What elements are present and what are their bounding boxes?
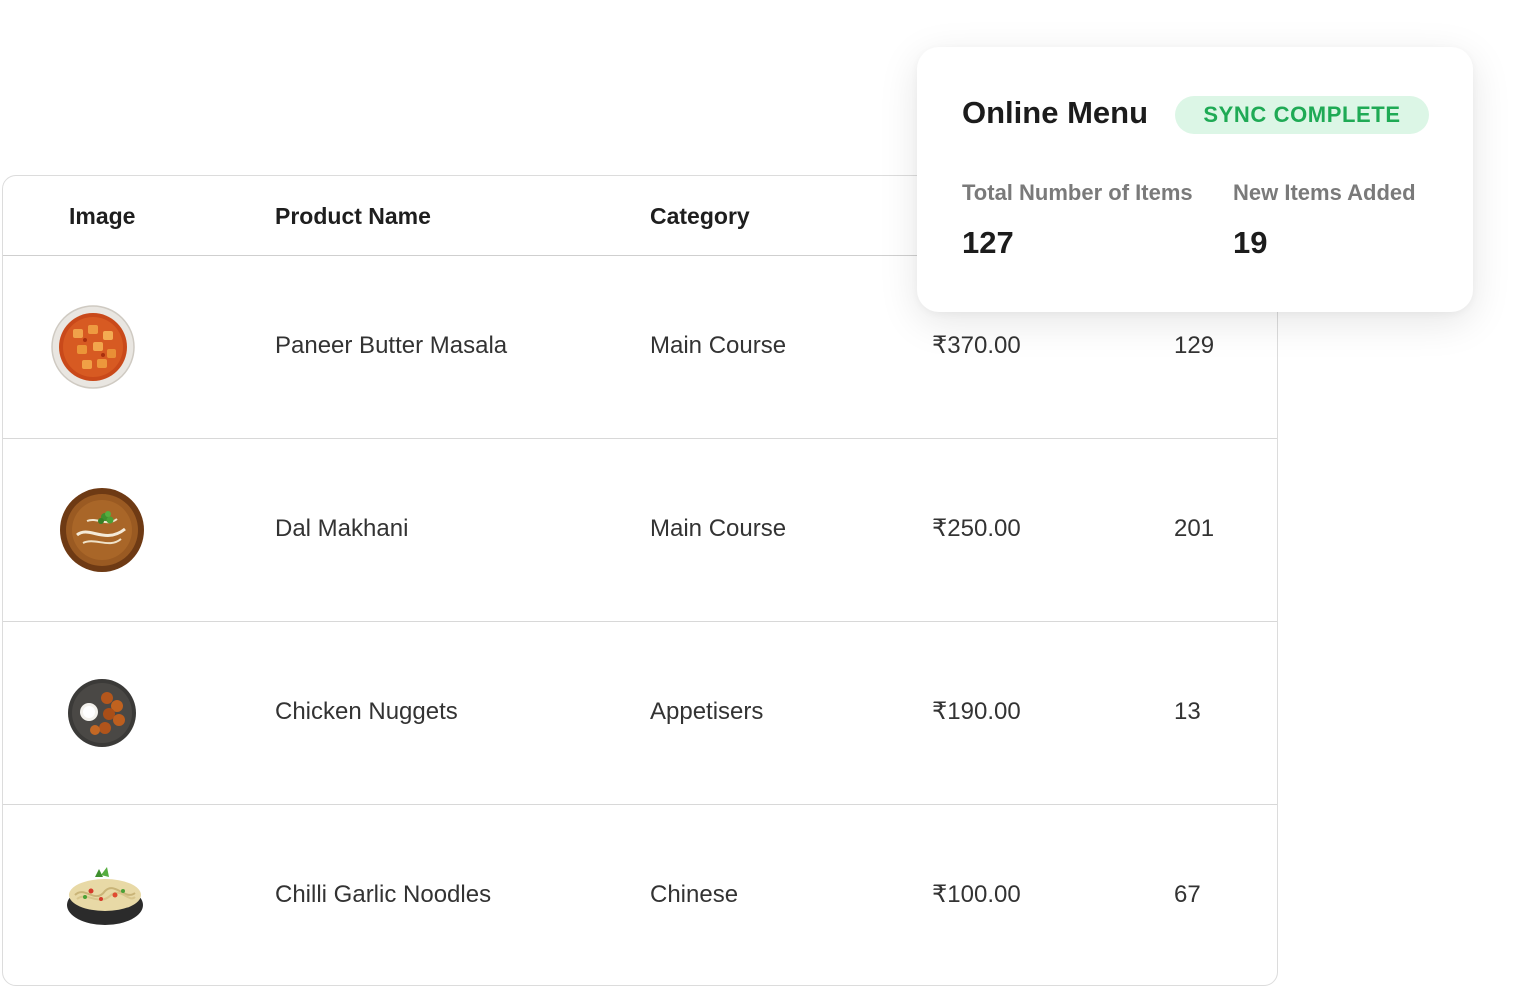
- column-header-image[interactable]: Image: [69, 176, 135, 256]
- product-price: ₹100.00: [932, 881, 1021, 908]
- product-category: Main Course: [650, 332, 787, 359]
- product-price: ₹190.00: [932, 698, 1021, 725]
- table-row[interactable]: Chicken Nuggets Appetisers ₹190.00 13: [3, 622, 1277, 805]
- summary-title: Online Menu: [962, 95, 1148, 130]
- product-category: Chinese: [650, 881, 739, 908]
- dal-makhani-image: [60, 488, 144, 572]
- product-name: Paneer Butter Masala: [275, 332, 508, 359]
- column-header-category[interactable]: Category: [650, 176, 750, 256]
- new-items-label: New Items Added: [1233, 180, 1416, 205]
- paneer-butter-masala-image: [51, 305, 135, 389]
- product-name: Chilli Garlic Noodles: [275, 881, 492, 908]
- product-quantity: 13: [1174, 698, 1201, 725]
- product-name: Chicken Nuggets: [275, 698, 458, 725]
- column-header-product-name[interactable]: Product Name: [275, 176, 431, 256]
- chilli-garlic-noodles-image: [67, 867, 143, 925]
- chicken-nuggets-image: [68, 679, 136, 747]
- total-items-label: Total Number of Items: [962, 180, 1193, 205]
- product-category: Main Course: [650, 515, 787, 542]
- product-price: ₹250.00: [932, 515, 1021, 542]
- new-items-value: 19: [1233, 225, 1268, 260]
- product-name: Dal Makhani: [275, 515, 409, 542]
- table-row[interactable]: Chilli Garlic Noodles Chinese ₹100.00 67: [3, 805, 1277, 985]
- total-items-value: 127: [962, 225, 1014, 260]
- product-quantity: 67: [1174, 881, 1201, 908]
- sync-status-badge: SYNC COMPLETE: [1175, 96, 1429, 134]
- product-quantity: 201: [1174, 515, 1215, 542]
- online-menu-summary-card: Online Menu SYNC COMPLETE Total Number o…: [917, 47, 1473, 312]
- table-row[interactable]: Dal Makhani Main Course ₹250.00 201: [3, 439, 1277, 622]
- product-category: Appetisers: [650, 698, 764, 725]
